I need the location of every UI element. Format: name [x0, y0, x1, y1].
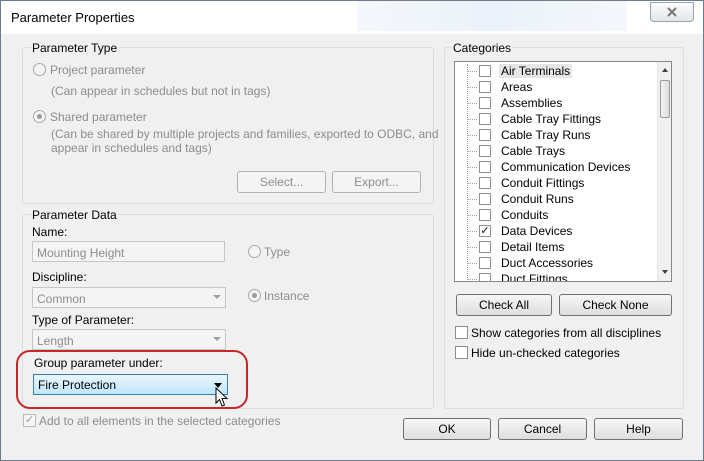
shared-parameter-description-line1: (Can be shared by multiple projects and …	[51, 127, 439, 141]
shared-parameter-label: Shared parameter	[50, 110, 147, 124]
category-checkbox[interactable]	[479, 145, 491, 157]
category-label: Conduit Fittings	[501, 176, 585, 190]
category-checkbox[interactable]	[479, 257, 491, 269]
show-all-disciplines-checkbox[interactable]	[455, 326, 468, 339]
category-label: Cable Trays	[501, 144, 566, 158]
group-parameter-under-dropdown[interactable]: Fire Protection	[33, 374, 228, 395]
category-item[interactable]: Conduit Runs	[455, 191, 655, 207]
category-item[interactable]: ✓ Data Devices	[455, 223, 655, 239]
category-label: Air Terminals	[499, 64, 573, 78]
chevron-down-icon	[213, 337, 221, 341]
category-label: Conduit Runs	[501, 192, 574, 206]
mouse-cursor-icon	[215, 387, 229, 407]
category-item[interactable]: Conduits	[455, 207, 655, 223]
type-of-parameter-label: Type of Parameter:	[32, 313, 135, 327]
export-button[interactable]: Export...	[332, 171, 421, 193]
category-item[interactable]: Duct Accessories	[455, 255, 655, 271]
category-label: Data Devices	[501, 224, 573, 238]
category-checkbox[interactable]	[479, 65, 491, 77]
parameter-type-label: Parameter Type	[31, 41, 119, 55]
close-icon	[667, 7, 677, 17]
instance-radio-label: Instance	[264, 289, 310, 303]
category-item[interactable]: Assemblies	[455, 95, 655, 111]
discipline-value: Common	[37, 292, 86, 306]
name-field[interactable]: Mounting Height	[32, 241, 225, 262]
category-item[interactable]: Cable Tray Fittings	[455, 111, 655, 127]
help-button[interactable]: Help	[594, 418, 683, 440]
add-to-all-elements-label: Add to all elements in the selected cate…	[39, 414, 281, 428]
categories-tree-list[interactable]: Air Terminals Areas Assemblies Cable Tra…	[454, 61, 672, 282]
category-label: Cable Tray Runs	[501, 128, 591, 142]
cancel-button[interactable]: Cancel	[498, 418, 587, 440]
category-label: Areas	[501, 80, 533, 94]
select-button[interactable]: Select...	[237, 171, 326, 193]
parameter-data-label: Parameter Data	[31, 208, 118, 222]
discipline-dropdown[interactable]: Common	[32, 287, 226, 308]
add-to-all-elements-checkbox[interactable]: ✓	[23, 414, 36, 427]
category-item[interactable]: Cable Tray Runs	[455, 127, 655, 143]
vertical-scrollbar[interactable]	[657, 62, 671, 281]
category-item[interactable]: Cable Trays	[455, 143, 655, 159]
category-item[interactable]: Detail Items	[455, 239, 655, 255]
scroll-up-icon[interactable]	[662, 68, 668, 72]
category-label: Conduits	[501, 208, 549, 222]
category-checkbox[interactable]: ✓	[479, 225, 491, 237]
title-bar: Parameter Properties	[1, 1, 703, 34]
show-all-disciplines-label: Show categories from all disciplines	[471, 326, 662, 340]
group-parameter-under-label: Group parameter under:	[34, 356, 163, 370]
category-label: Cable Tray Fittings	[501, 112, 602, 126]
group-parameter-under-value: Fire Protection	[38, 378, 117, 392]
dialog-title: Parameter Properties	[11, 10, 135, 25]
category-label: Communication Devices	[501, 160, 631, 174]
scroll-thumb[interactable]	[660, 80, 670, 118]
category-checkbox[interactable]	[479, 81, 491, 93]
category-label: Detail Items	[501, 240, 565, 254]
chevron-down-icon	[213, 295, 221, 299]
category-item[interactable]: Areas	[455, 79, 655, 95]
category-item[interactable]: Duct Fittings	[455, 271, 655, 282]
category-checkbox[interactable]	[479, 241, 491, 253]
project-parameter-description: (Can appear in schedules but not in tags…	[51, 84, 271, 98]
category-item[interactable]: Communication Devices	[455, 159, 655, 175]
type-radio-label: Type	[264, 245, 291, 259]
category-checkbox[interactable]	[479, 177, 491, 189]
name-label: Name:	[32, 225, 68, 239]
scroll-down-icon[interactable]	[662, 270, 668, 274]
category-checkbox[interactable]	[479, 209, 491, 221]
categories-label: Categories	[452, 41, 513, 55]
category-label: Duct Fittings	[501, 272, 568, 282]
background-window-ghost	[357, 1, 627, 31]
category-checkbox[interactable]	[479, 193, 491, 205]
parameter-properties-dialog: Parameter Properties Parameter Type Proj…	[0, 0, 704, 461]
type-of-parameter-dropdown[interactable]: Length	[32, 329, 226, 350]
category-label: Assemblies	[501, 96, 563, 110]
check-none-button[interactable]: Check None	[559, 294, 672, 316]
hide-unchecked-label: Hide un-checked categories	[471, 346, 620, 360]
hide-unchecked-checkbox[interactable]	[455, 346, 468, 359]
category-checkbox[interactable]	[479, 129, 491, 141]
close-button[interactable]	[650, 2, 694, 22]
check-all-button[interactable]: Check All	[456, 294, 552, 316]
category-checkbox[interactable]	[479, 273, 491, 281]
category-item[interactable]: Conduit Fittings	[455, 175, 655, 191]
shared-parameter-description-line2: appear in schedules and tags)	[51, 141, 212, 155]
category-checkbox[interactable]	[479, 161, 491, 173]
category-checkbox[interactable]	[479, 97, 491, 109]
ok-button[interactable]: OK	[403, 418, 491, 440]
type-radio[interactable]	[248, 245, 261, 258]
category-item[interactable]: Air Terminals	[455, 63, 655, 79]
category-checkbox[interactable]	[479, 113, 491, 125]
instance-radio[interactable]	[248, 289, 261, 302]
category-label: Duct Accessories	[501, 256, 594, 270]
shared-parameter-radio[interactable]	[33, 110, 46, 123]
type-of-parameter-value: Length	[37, 334, 74, 348]
project-parameter-label: Project parameter	[50, 63, 146, 77]
project-parameter-radio[interactable]	[33, 63, 46, 76]
discipline-label: Discipline:	[32, 270, 87, 284]
